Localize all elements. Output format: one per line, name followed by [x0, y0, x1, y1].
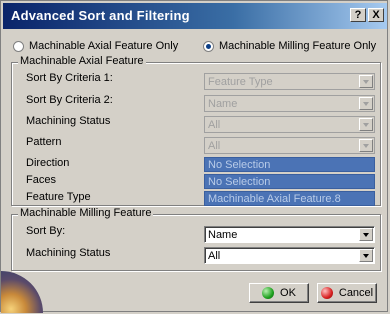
radio-button-icon[interactable]: [13, 40, 24, 52]
milling-group-title: Machinable Milling Feature: [18, 207, 154, 219]
red-circle-icon: [320, 287, 333, 299]
feature-type-label: Feature Type: [26, 191, 91, 203]
sort-criteria-2-value: Name: [208, 98, 238, 110]
planet-decoration-icon: [1, 271, 43, 313]
machining-status-label: Machining Status: [26, 115, 111, 127]
radio-milling-label: Machinable Milling Feature Only: [219, 40, 377, 52]
chevron-down-icon[interactable]: [359, 139, 373, 152]
cancel-button[interactable]: Cancel: [317, 283, 377, 303]
radio-button-selected-icon[interactable]: [203, 40, 214, 52]
radio-milling-only[interactable]: Machinable Milling Feature Only: [203, 39, 376, 53]
pattern-combo[interactable]: All: [204, 137, 375, 154]
axial-group-title: Machinable Axial Feature: [18, 55, 146, 67]
feature-type-selection-field[interactable]: Machinable Axial Feature.8: [204, 191, 375, 206]
cancel-button-label: Cancel: [338, 287, 374, 299]
milling-machining-status-combo[interactable]: All: [204, 247, 375, 264]
chevron-down-icon[interactable]: [359, 75, 373, 88]
ok-button[interactable]: OK: [249, 283, 309, 303]
faces-label: Faces: [26, 174, 56, 186]
machining-status-combo[interactable]: All: [204, 116, 375, 133]
title-bar[interactable]: Advanced Sort and Filtering ? X: [3, 3, 387, 29]
milling-machining-status-label: Machining Status: [26, 247, 111, 259]
sort-criteria-1-value: Feature Type: [208, 76, 273, 88]
direction-label: Direction: [26, 157, 70, 169]
chevron-down-icon[interactable]: [359, 228, 373, 241]
chevron-down-icon[interactable]: [359, 118, 373, 131]
window-title: Advanced Sort and Filtering: [11, 8, 190, 23]
dialog-window: Advanced Sort and Filtering ? X Machinab…: [0, 0, 388, 313]
sort-criteria-2-label: Sort By Criteria 2:: [26, 94, 113, 106]
sort-criteria-1-label: Sort By Criteria 1:: [26, 72, 113, 84]
direction-selection-field[interactable]: No Selection: [204, 157, 375, 172]
sort-by-value: Name: [208, 229, 238, 241]
milling-machining-status-value: All: [208, 250, 221, 262]
ok-button-label: OK: [280, 287, 296, 299]
radio-axial-label: Machinable Axial Feature Only: [29, 40, 179, 52]
chevron-down-icon[interactable]: [359, 249, 373, 262]
pattern-label: Pattern: [26, 136, 62, 148]
sort-by-combo[interactable]: Name: [204, 226, 375, 243]
sort-criteria-1-combo[interactable]: Feature Type: [204, 73, 375, 90]
chevron-down-icon[interactable]: [359, 97, 373, 110]
help-button[interactable]: ?: [350, 8, 366, 22]
sort-criteria-2-combo[interactable]: Name: [204, 95, 375, 112]
pattern-value: All: [208, 140, 221, 152]
faces-selection-field[interactable]: No Selection: [204, 174, 375, 189]
sort-by-label: Sort By:: [26, 225, 66, 237]
radio-axial-only[interactable]: Machinable Axial Feature Only: [13, 39, 178, 53]
close-button[interactable]: X: [368, 8, 384, 22]
machining-status-value: All: [208, 119, 221, 131]
green-circle-icon: [262, 287, 275, 299]
